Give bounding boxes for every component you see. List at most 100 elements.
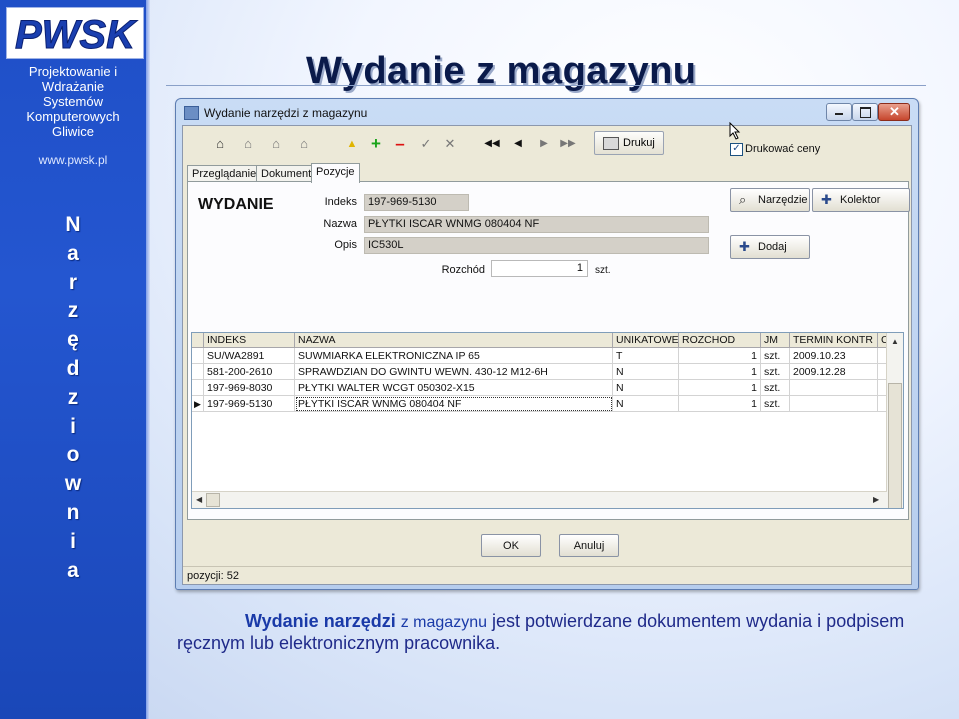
mouse-cursor-icon — [729, 122, 741, 140]
school-line: Projektowanie i — [28, 64, 118, 79]
rozchod-label: Rozchód — [441, 264, 485, 276]
accept-doc-icon[interactable]: ⌂ — [211, 135, 229, 153]
column-header-rozchod[interactable]: ROZCHOD — [679, 333, 761, 348]
table-cell[interactable]: N — [613, 396, 679, 412]
table-cell[interactable]: 1 — [679, 364, 761, 380]
doc-icon[interactable]: ⌂ — [239, 135, 257, 153]
section-heading: WYDANIE — [198, 196, 274, 213]
print-button[interactable]: Drukuj — [594, 131, 664, 155]
opis-field[interactable]: IC530L — [364, 237, 709, 254]
vertical-letter: w — [64, 472, 82, 496]
first-icon[interactable]: ▲ — [343, 135, 361, 153]
school-line: Komputerowych — [26, 109, 120, 124]
row-indicator — [192, 364, 204, 380]
vertical-letter: ę — [67, 328, 79, 352]
table-cell[interactable]: SU/WA2891 — [204, 348, 295, 364]
status-bar: pozycji: 52 — [183, 566, 911, 585]
cancel-button-label: Anuluj — [573, 540, 605, 552]
kolektor-button-label: Kolektor — [840, 194, 881, 206]
first-record-icon[interactable]: ◀◀ — [483, 135, 501, 153]
table-cell[interactable]: 1 — [679, 380, 761, 396]
vertical-letter: i — [70, 414, 76, 438]
print-prices-checkbox[interactable]: ✓ — [730, 143, 743, 156]
table-cell[interactable]: 581-200-2610 — [204, 364, 295, 380]
scroll-up-icon[interactable]: ▲ — [891, 337, 899, 346]
column-header-indeks[interactable]: INDEKS — [204, 333, 295, 348]
narzedzie-button[interactable]: ⌕ Narzędzie — [730, 188, 810, 212]
scroll-right-icon[interactable]: ▶ — [873, 495, 879, 504]
table-cell[interactable]: N — [613, 364, 679, 380]
caption-mid: z magazynu — [400, 614, 487, 631]
dodaj-button[interactable]: ✚ Dodaj — [730, 235, 810, 259]
vertical-letter: N — [65, 213, 81, 236]
table-cell[interactable]: PŁYTKI WALTER WCGT 050302-X15 — [295, 380, 613, 396]
horizontal-scrollbar[interactable]: ◀ ▶ — [192, 491, 887, 508]
rozchod-field[interactable]: 1 — [491, 260, 588, 277]
maximize-button[interactable] — [852, 103, 878, 121]
doc-edit-icon[interactable]: ⌂ — [267, 135, 285, 153]
table-cell[interactable] — [790, 380, 878, 396]
window-titlebar[interactable]: Wydanie narzędzi z magazynu ✕ — [182, 102, 910, 122]
tab-pozycje[interactable]: Pozycje — [311, 163, 360, 183]
table-cell[interactable]: N — [613, 380, 679, 396]
horizontal-scroll-thumb[interactable] — [206, 493, 220, 507]
dodaj-button-label: Dodaj — [758, 241, 787, 253]
row-indicator — [192, 380, 204, 396]
table-cell[interactable]: 197-969-8030 — [204, 380, 295, 396]
table-cell[interactable]: T — [613, 348, 679, 364]
table-cell[interactable]: 2009.12.28 — [790, 364, 878, 380]
table-cell[interactable]: SUWMIARKA ELEKTRONICZNA IP 65 — [295, 348, 613, 364]
close-button[interactable]: ✕ — [878, 103, 910, 121]
table-cell[interactable]: 1 — [679, 348, 761, 364]
table-cell[interactable]: SPRAWDZIAN DO GWINTU WEWN. 430-12 M12-6H — [295, 364, 613, 380]
sidebar-divider — [146, 0, 150, 719]
table-cell[interactable]: 1 — [679, 396, 761, 412]
sidebar: PWSK Projektowanie i Wdrażanie Systemów … — [0, 0, 146, 719]
table-cell[interactable]: szt. — [761, 380, 790, 396]
rozchod-unit: szt. — [595, 265, 611, 276]
column-header-termin[interactable]: TERMIN KONTR — [790, 333, 878, 348]
column-header-jm[interactable]: JM — [761, 333, 790, 348]
vertical-scrollbar[interactable]: ▲ ▼ — [886, 333, 903, 508]
remove-icon[interactable]: – — [391, 135, 409, 153]
table-cell[interactable]: szt. — [761, 396, 790, 412]
scroll-left-icon[interactable]: ◀ — [196, 495, 202, 504]
table-cell-selected[interactable]: PŁYTKI ISCAR WNMG 080404 NF — [295, 396, 613, 412]
tab-przegladanie[interactable]: Przeglądanie — [187, 165, 257, 182]
last-record-icon[interactable]: ▶▶ — [559, 135, 577, 153]
column-header-nazwa[interactable]: NAZWA — [295, 333, 613, 348]
next-record-icon[interactable]: ▶ — [535, 135, 553, 153]
confirm-icon[interactable]: ✓ — [417, 135, 435, 153]
tab-dokument[interactable]: Dokument — [256, 165, 313, 182]
opis-label: Opis — [334, 239, 357, 251]
ok-button[interactable]: OK — [481, 534, 541, 557]
positions-grid[interactable]: INDEKS NAZWA UNIKATOWE ROZCHOD JM TERMIN… — [191, 332, 904, 509]
table-cell[interactable]: szt. — [761, 348, 790, 364]
kolektor-button[interactable]: ✚ Kolektor — [812, 188, 910, 212]
add-icon[interactable]: + — [367, 135, 385, 153]
cancel-icon[interactable]: ✕ — [441, 135, 459, 153]
table-cell[interactable]: 2009.10.23 — [790, 348, 878, 364]
plus-icon: ✚ — [821, 192, 832, 207]
record-count: pozycji: 52 — [187, 570, 239, 582]
minimize-button[interactable] — [826, 103, 852, 121]
vertical-letter: o — [66, 443, 80, 467]
vertical-scroll-thumb[interactable] — [888, 383, 902, 508]
doc-delete-icon[interactable]: ⌂ — [295, 135, 313, 153]
indeks-label: Indeks — [324, 196, 357, 208]
table-cell[interactable]: szt. — [761, 364, 790, 380]
prev-record-icon[interactable]: ◀ — [509, 135, 527, 153]
maximize-icon — [860, 107, 871, 118]
cancel-button[interactable]: Anuluj — [559, 534, 619, 557]
table-cell[interactable] — [790, 396, 878, 412]
slide-title: Wydanie z magazynu — [306, 50, 697, 92]
ok-button-label: OK — [503, 540, 519, 552]
table-cell[interactable]: 197-969-5130 — [204, 396, 295, 412]
website-link[interactable]: www.pwsk.pl — [0, 153, 146, 167]
indeks-field[interactable]: 197-969-5130 — [364, 194, 469, 211]
logo-text: PWSK — [15, 13, 138, 57]
school-line: Gliwice — [52, 124, 94, 139]
vertical-letter: a — [67, 241, 79, 265]
column-header-unikatowe[interactable]: UNIKATOWE — [613, 333, 679, 348]
nazwa-field[interactable]: PŁYTKI ISCAR WNMG 080404 NF — [364, 216, 709, 233]
